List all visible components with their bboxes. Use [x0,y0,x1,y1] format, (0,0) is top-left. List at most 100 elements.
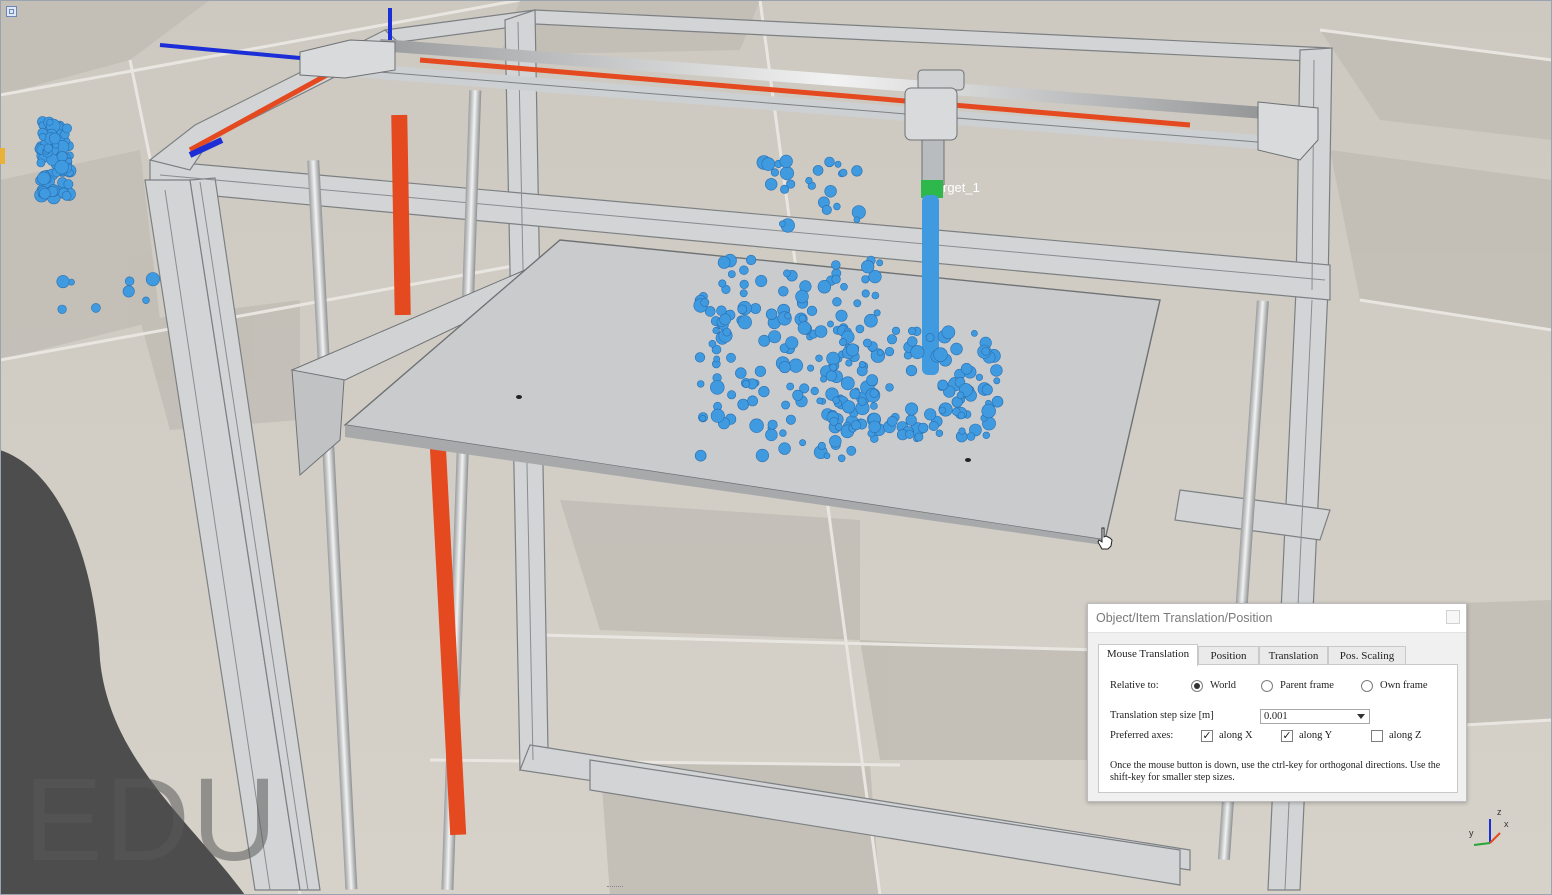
particle [38,187,51,200]
particle [816,397,824,405]
tab-position[interactable]: Position [1198,646,1259,665]
particle [971,329,978,337]
particle [788,358,804,373]
particle [43,143,53,153]
checkbox-along-y[interactable]: ✓ [1281,730,1293,742]
checkbox-along-x[interactable]: ✓ [1201,730,1213,742]
checkbox-along-z[interactable] [1371,730,1383,742]
particle [993,377,1001,385]
step-size-label: Translation step size [m] [1110,710,1214,721]
particle [755,448,770,463]
particle [785,336,799,350]
particle [63,179,74,190]
particle [851,165,863,177]
particle [904,429,915,439]
particle [956,391,965,400]
particle [699,414,707,422]
particle [57,304,67,314]
translation-dialog[interactable]: Object/Item Translation/Position Mouse T… [1087,603,1467,802]
radio-own-frame-label[interactable]: Own frame [1380,680,1428,691]
particle [840,282,848,291]
particle [850,420,861,431]
particle [886,415,898,427]
particle [719,313,732,326]
particle [905,414,917,426]
radio-world-label[interactable]: World [1210,680,1236,691]
particle [842,400,856,414]
particle [834,160,842,168]
particle [797,321,812,335]
particle [863,338,872,348]
particle [745,254,757,266]
particle [145,272,160,287]
particle [739,279,749,290]
gizmo-y-label: y [1469,828,1474,838]
particle [910,345,925,360]
checkbox-along-x-label[interactable]: along X [1219,730,1253,741]
step-size-value: 0.001 [1264,711,1288,722]
particle [981,384,993,396]
particle [814,325,828,338]
particle [739,265,749,275]
radio-parent-frame[interactable] [1261,680,1273,692]
particle [823,452,831,460]
particle [142,296,150,304]
particle [907,326,916,335]
particle [750,303,761,314]
dialog-titlebar[interactable]: Object/Item Translation/Position [1088,604,1466,633]
chevron-down-icon[interactable] [1357,714,1365,719]
resize-grip[interactable] [607,886,623,891]
particle [91,303,101,313]
usage-note: Once the mouse button is down, use the c… [1110,760,1441,783]
particle [840,376,855,391]
tab-pos-scaling[interactable]: Pos. Scaling [1328,646,1406,665]
particle [781,400,790,410]
particle [941,325,956,340]
checkbox-along-z-label[interactable]: along Z [1389,730,1421,741]
particle [832,297,842,307]
particle [798,314,807,323]
particle [870,402,878,410]
particle [925,333,935,342]
particle [792,389,804,401]
particle [935,429,944,437]
particle [61,191,72,201]
radio-world[interactable] [1191,680,1203,692]
particle [696,380,705,388]
particle [950,342,963,356]
particle [833,202,841,211]
step-size-select[interactable]: 0.001 [1260,709,1370,724]
particle [831,260,841,270]
checkbox-along-y-label[interactable]: along Y [1299,730,1332,741]
tab-translation[interactable]: Translation [1259,646,1328,665]
particle [742,379,751,388]
particle [727,270,736,278]
window-menu-icon[interactable] [6,6,17,17]
edu-watermark: EDU [24,754,280,886]
particle [938,406,947,415]
particle [839,168,848,177]
particle [933,347,948,362]
particle [710,380,725,395]
left-panel-tab[interactable] [0,148,5,164]
particle [62,123,72,134]
particle [737,398,750,411]
particle [868,420,881,433]
particle [805,177,813,185]
particle [758,334,771,347]
particle [749,418,764,433]
particle [829,363,838,372]
tab-mouse-translation[interactable]: Mouse Translation [1098,644,1198,666]
particle [710,408,725,423]
close-icon[interactable] [1446,610,1460,624]
particle [786,382,795,391]
particle [765,428,778,442]
particle [718,279,727,288]
radio-own-frame[interactable] [1361,680,1373,692]
particle [713,355,721,363]
radio-parent-frame-label[interactable]: Parent frame [1280,680,1334,691]
particle [779,166,794,181]
particle [755,274,768,287]
hand-cursor-icon [1097,527,1113,550]
particle [795,289,809,304]
